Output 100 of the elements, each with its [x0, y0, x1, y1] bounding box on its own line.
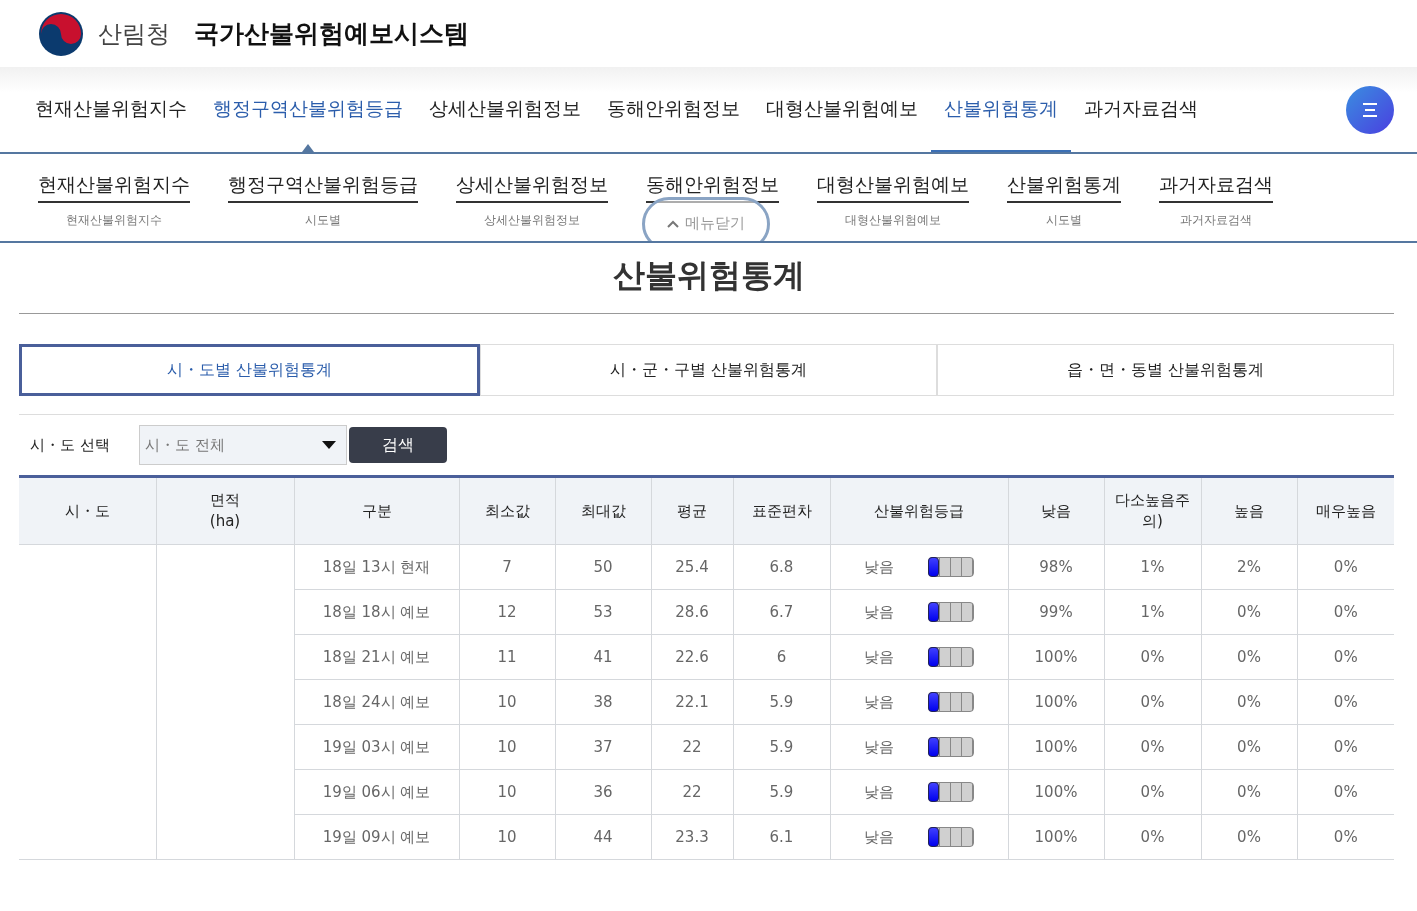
table-cell: 100%	[1008, 634, 1104, 680]
grade-text: 낮음	[864, 737, 894, 756]
table-cell: 100%	[1008, 724, 1104, 770]
column-header: 최대값	[555, 476, 651, 545]
table-cell: 19일 06시 예보	[294, 769, 459, 815]
table-cell: 100%	[1008, 679, 1104, 725]
submenu-heading[interactable]: 행정구역산불위험등급	[228, 154, 418, 203]
menu-icon	[1362, 103, 1378, 117]
table-cell: 1%	[1104, 589, 1201, 635]
nav-tab[interactable]: 행정구역산불위험등급	[200, 67, 416, 152]
submenu-heading[interactable]: 대형산불위험예보	[817, 154, 969, 203]
menu-button[interactable]	[1346, 86, 1394, 134]
grade-text: 낮음	[864, 602, 894, 621]
table-cell: 0%	[1201, 679, 1297, 725]
table-cell: 41	[555, 634, 651, 680]
logo-icon	[38, 10, 84, 57]
nav-tab[interactable]: 산불위험통계	[931, 67, 1071, 152]
table-cell: 0%	[1104, 679, 1201, 725]
nav-tab[interactable]: 과거자료검색	[1071, 67, 1211, 152]
table-cell: 6.8	[733, 544, 830, 590]
column-header: 낮음	[1008, 476, 1104, 545]
table-cell: 100%	[1008, 814, 1104, 860]
table-cell: 6.7	[733, 589, 830, 635]
submenu-link[interactable]: 시도별	[305, 210, 341, 229]
column-header: 시・도	[19, 476, 156, 545]
stats-tab[interactable]: 시・도별 산불위험통계	[19, 344, 480, 396]
table-cell: 100%	[1008, 769, 1104, 815]
filter-label: 시・도 선택	[30, 434, 111, 456]
table-cell: 0%	[1201, 634, 1297, 680]
region-select[interactable]: 시・도 전체	[139, 425, 347, 465]
submenu-link[interactable]: 대형산불위험예보	[845, 210, 941, 229]
table-cell: 7	[459, 544, 555, 590]
table-cell: 99%	[1008, 589, 1104, 635]
submenu-link[interactable]: 시도별	[1046, 210, 1082, 229]
column-header: 매우높음	[1297, 476, 1394, 545]
nav-tab[interactable]: 현재산불위험지수	[22, 67, 200, 152]
table-cell: 37	[555, 724, 651, 770]
table-cell: 22.6	[651, 634, 733, 680]
table-cell: 12	[459, 589, 555, 635]
table-cell: 28.6	[651, 589, 733, 635]
table-cell: 25.4	[651, 544, 733, 590]
table-cell: 18일 24시 예보	[294, 679, 459, 725]
table-cell: 98%	[1008, 544, 1104, 590]
table-cell: 0%	[1201, 814, 1297, 860]
stats-tab[interactable]: 시・군・구별 산불위험통계	[480, 344, 937, 396]
table-cell: 18일 21시 예보	[294, 634, 459, 680]
table-cell: 5.9	[733, 724, 830, 770]
nav-tab[interactable]: 동해안위험정보	[594, 67, 753, 152]
stats-tab[interactable]: 읍・면・동별 산불위험통계	[937, 344, 1394, 396]
table-cell: 38	[555, 679, 651, 725]
table-cell: 22.1	[651, 679, 733, 725]
submenu-heading[interactable]: 현재산불위험지수	[38, 154, 190, 203]
table-cell: 1%	[1104, 544, 1201, 590]
grade-text: 낮음	[864, 557, 894, 576]
submenu-heading[interactable]: 상세산불위험정보	[456, 154, 608, 203]
table-cell: 6.1	[733, 814, 830, 860]
table-cell: 18일 18시 예보	[294, 589, 459, 635]
grade-text: 낮음	[864, 692, 894, 711]
table-cell: 36	[555, 769, 651, 815]
column-header: 평균	[651, 476, 733, 545]
column-header: 다소높음주의)	[1104, 476, 1201, 545]
table-cell: 11	[459, 634, 555, 680]
table-cell: 0%	[1201, 589, 1297, 635]
column-header: 구분	[294, 476, 459, 545]
nav-tab[interactable]: 대형산불위험예보	[753, 67, 931, 152]
table-cell: 0%	[1104, 634, 1201, 680]
table-cell: 10	[459, 769, 555, 815]
table-cell: 19일 09시 예보	[294, 814, 459, 860]
table-cell: 19일 03시 예보	[294, 724, 459, 770]
search-button[interactable]: 검색	[349, 427, 447, 463]
submenu-heading[interactable]: 동해안위험정보	[646, 154, 779, 203]
column-header: 높음	[1201, 476, 1297, 545]
submenu-heading[interactable]: 과거자료검색	[1159, 154, 1273, 203]
table-cell: 5.9	[733, 769, 830, 815]
table-cell: 0%	[1104, 724, 1201, 770]
nav-tab[interactable]: 상세산불위험정보	[416, 67, 594, 152]
table-cell: 0%	[1201, 769, 1297, 815]
table-cell: 10	[459, 814, 555, 860]
grade-text: 낮음	[864, 782, 894, 801]
table-cell: 22	[651, 769, 733, 815]
table-cell: 0%	[1201, 724, 1297, 770]
grade-text: 낮음	[864, 827, 894, 846]
column-header: 면적 (ha)	[156, 476, 294, 545]
table-cell: 18일 13시 현재	[294, 544, 459, 590]
dropdown-arrow-icon	[322, 441, 336, 449]
page-title: 산불위험통계	[611, 255, 806, 296]
table-cell: 0%	[1104, 814, 1201, 860]
submenu-link[interactable]: 상세산불위험정보	[484, 210, 580, 229]
column-header: 표준편차	[733, 476, 830, 545]
submenu-link[interactable]: 현재산불위험지수	[66, 210, 162, 229]
table-cell: 23.3	[651, 814, 733, 860]
table-cell: 2%	[1201, 544, 1297, 590]
table-cell: 10	[459, 724, 555, 770]
submenu-heading[interactable]: 산불위험통계	[1007, 154, 1121, 203]
table-cell: 22	[651, 724, 733, 770]
grade-text: 낮음	[864, 647, 894, 666]
agency-name: 산림청	[98, 18, 170, 50]
table-cell: 10	[459, 679, 555, 725]
table-cell: 44	[555, 814, 651, 860]
submenu-link[interactable]: 과거자료검색	[1180, 210, 1252, 229]
